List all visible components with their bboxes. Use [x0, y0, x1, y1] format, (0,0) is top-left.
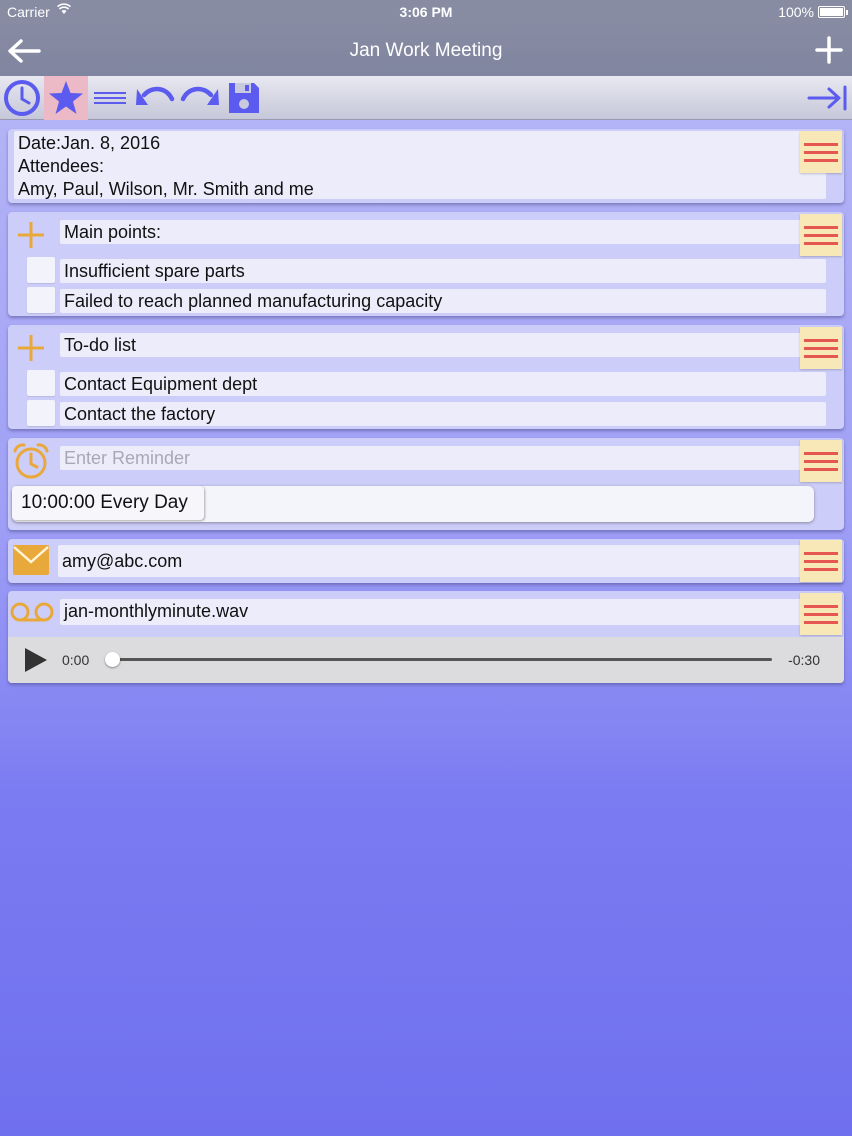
main-points-card: Main points: Insufficient spare parts Fa… — [8, 212, 844, 316]
reminder-input[interactable]: Enter Reminder — [60, 446, 826, 470]
audio-player: 0:00 -0:30 — [8, 637, 844, 683]
checklist-menu-button[interactable] — [800, 214, 842, 256]
tab-button[interactable] — [806, 76, 850, 120]
battery-percent: 100% — [778, 4, 814, 20]
email-card: amy@abc.com — [8, 539, 844, 583]
voicemail-icon[interactable] — [10, 601, 54, 623]
toolbar — [0, 76, 852, 120]
list-button[interactable] — [88, 76, 132, 120]
checklist-title[interactable]: To-do list — [60, 333, 826, 357]
plus-icon[interactable] — [814, 35, 844, 65]
list-item[interactable]: Contact Equipment dept — [60, 372, 826, 396]
note-line: Amy, Paul, Wilson, Mr. Smith and me — [18, 179, 314, 199]
audio-card: jan-monthlyminute.wav 0:00 -0:30 — [8, 591, 844, 683]
envelope-icon[interactable] — [12, 544, 50, 576]
checklist-menu-button[interactable] — [800, 327, 842, 369]
checkbox[interactable] — [27, 370, 55, 396]
note-line: Attendees: — [18, 156, 105, 176]
progress-track[interactable] — [105, 652, 772, 667]
reminder-menu-button[interactable] — [800, 440, 842, 482]
checkbox[interactable] — [27, 287, 55, 313]
reminder-list: 10:00:00 Every Day — [12, 486, 814, 522]
reminder-entry[interactable]: 10:00:00 Every Day — [12, 486, 204, 520]
email-field[interactable]: amy@abc.com — [58, 545, 826, 577]
checklist-title[interactable]: Main points: — [60, 220, 826, 244]
undo-button[interactable] — [133, 76, 177, 120]
save-button[interactable] — [222, 76, 266, 120]
list-item[interactable]: Insufficient spare parts — [60, 259, 826, 283]
status-bar: Carrier 3:06 PM 100% — [0, 0, 852, 24]
reminder-card: Enter Reminder 10:00:00 Every Day — [8, 438, 844, 530]
nav-bar: Jan Work Meeting — [0, 24, 852, 76]
audio-filename[interactable]: jan-monthlyminute.wav — [60, 599, 826, 625]
checkbox[interactable] — [27, 400, 55, 426]
undo-icon — [136, 86, 175, 105]
favorite-button[interactable] — [44, 76, 88, 120]
note-card: Date:Jan. 8, 2016 Attendees: Amy, Paul, … — [8, 129, 844, 203]
redo-button[interactable] — [178, 76, 222, 120]
note-menu-button[interactable] — [800, 131, 842, 173]
battery-icon — [818, 6, 848, 18]
star-icon — [49, 81, 83, 114]
audio-menu-button[interactable] — [800, 593, 842, 635]
progress-thumb[interactable] — [105, 652, 120, 667]
note-text[interactable]: Date:Jan. 8, 2016 Attendees: Amy, Paul, … — [14, 131, 826, 199]
tab-right-icon — [807, 85, 847, 111]
play-icon[interactable] — [22, 647, 48, 673]
elapsed-time: 0:00 — [62, 652, 90, 668]
clock-icon — [4, 80, 40, 116]
redo-icon — [180, 86, 219, 105]
plus-icon[interactable] — [16, 333, 46, 363]
list-item[interactable]: Failed to reach planned manufacturing ca… — [60, 289, 826, 313]
todo-card: To-do list Contact Equipment dept Contac… — [8, 325, 844, 429]
checkbox[interactable] — [27, 257, 55, 283]
alarm-clock-icon[interactable] — [12, 442, 50, 480]
note-line: Date:Jan. 8, 2016 — [18, 133, 161, 153]
lines-icon — [94, 92, 126, 104]
email-menu-button[interactable] — [800, 540, 842, 582]
page-title: Jan Work Meeting — [349, 40, 503, 61]
plus-icon[interactable] — [16, 220, 46, 250]
clock-button[interactable] — [0, 76, 44, 120]
list-item[interactable]: Contact the factory — [60, 402, 826, 426]
remaining-time: -0:30 — [788, 652, 820, 668]
save-icon — [229, 83, 259, 113]
clock-label: 3:06 PM — [399, 4, 453, 20]
